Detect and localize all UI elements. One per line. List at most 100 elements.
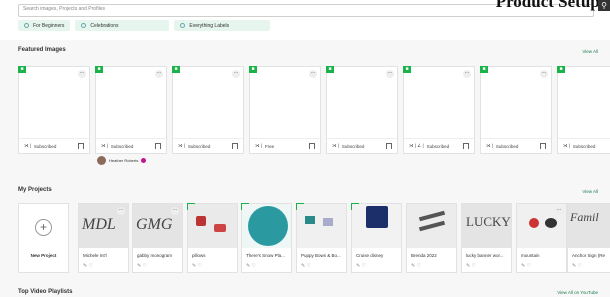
project-card[interactable]: ■ Puppy Bows & Bo... ✎ ♡ xyxy=(296,203,347,273)
project-actions: ✎ ♡ xyxy=(246,263,256,269)
avatar xyxy=(97,156,106,165)
top-bar: Search images, Projects and Profiles For… xyxy=(0,0,610,40)
more-options-icon[interactable]: ··· xyxy=(309,70,317,78)
featured-view-all[interactable]: View All xyxy=(582,49,598,54)
share-icon: ⋊ | xyxy=(101,143,108,148)
edit-icon[interactable]: ✎ xyxy=(356,263,360,269)
featured-card[interactable]: ■ ··· ⋊ | Subscribed xyxy=(326,66,398,154)
category-chips: For Beginners Celebrations Everything La… xyxy=(18,20,271,31)
edit-icon[interactable]: ✎ xyxy=(301,263,305,269)
snow-circle-art xyxy=(248,206,288,246)
more-options-icon[interactable]: ··· xyxy=(232,70,240,78)
project-card[interactable]: GMG ··· gabby monogram ✎ ♡ xyxy=(132,203,183,273)
chip-celebrations[interactable]: Celebrations xyxy=(75,20,170,31)
cruise-emblem-art xyxy=(366,206,388,228)
more-options-icon[interactable]: ··· xyxy=(155,70,163,78)
project-thumbnail: Famil xyxy=(568,204,610,248)
edit-icon[interactable]: ✎ xyxy=(572,263,576,269)
playlists-title: Top Video Playlists xyxy=(18,289,73,295)
project-card[interactable]: ■ Cruise disney ✎ ♡ xyxy=(351,203,402,273)
featured-card[interactable]: ■ ⋊ | Subscribed xyxy=(557,66,610,154)
project-card[interactable]: MDL ··· Michele Int'l ✎ ♡ xyxy=(78,203,129,273)
share-icon: ⋊ | xyxy=(563,143,570,148)
edit-icon[interactable]: ✎ xyxy=(192,263,196,269)
featured-card-footer: ⋊ | Subscribed xyxy=(558,138,610,153)
edit-icon[interactable]: ✎ xyxy=(521,263,525,269)
bookmark-icon[interactable] xyxy=(386,143,392,149)
bookmark-icon[interactable] xyxy=(155,143,161,149)
bookmark-icon[interactable] xyxy=(232,143,238,149)
subscription-badge-icon: ■ xyxy=(403,66,411,73)
featured-card[interactable]: ■ ··· ⋊ | Free xyxy=(249,66,321,154)
bookmark-icon[interactable] xyxy=(540,143,546,149)
featured-card[interactable]: ■ ··· ⋊ | Subscribed xyxy=(95,66,167,154)
heart-icon[interactable]: ♡ xyxy=(362,263,366,269)
bow-art xyxy=(305,216,315,224)
heart-icon[interactable]: ♡ xyxy=(89,263,93,269)
share-icon: ⋊ | xyxy=(24,143,31,148)
project-card[interactable]: ··· mountain ✎ ♡ xyxy=(516,203,567,273)
featured-card[interactable]: ■ ··· ⋊ | Subscribed xyxy=(172,66,244,154)
playlists-view-all[interactable]: View All on YouTube xyxy=(557,290,598,295)
pillow-art xyxy=(214,224,226,232)
heart-icon[interactable]: ♡ xyxy=(143,263,147,269)
more-options-icon[interactable]: ··· xyxy=(555,207,563,215)
subscription-badge-icon: ■ xyxy=(249,66,257,73)
heart-icon[interactable]: ♡ xyxy=(527,263,531,269)
featured-card[interactable]: ■ ··· ⋊ | Subscribed xyxy=(18,66,90,154)
project-card[interactable]: LUCKY lucky banner wor... ✎ ♡ xyxy=(461,203,512,273)
plus-icon: + xyxy=(35,219,52,236)
featured-card[interactable]: ■ ··· ⋊ | Subscribed xyxy=(480,66,552,154)
heart-icon[interactable]: ♡ xyxy=(417,263,421,269)
share-icon: ⋊ | xyxy=(332,143,339,148)
more-options-icon[interactable]: ··· xyxy=(386,70,394,78)
chip-everything-labels[interactable]: Everything Labels xyxy=(174,20,271,31)
heart-icon[interactable]: ♡ xyxy=(472,263,476,269)
project-actions: ✎ ♡ xyxy=(521,263,531,269)
featured-card-footer: ⋊ | Subscribed xyxy=(173,138,243,153)
project-card[interactable]: Brenda 2022 ✎ ♡ xyxy=(406,203,457,273)
heart-icon[interactable]: ♡ xyxy=(578,263,582,269)
project-actions: ✎ ♡ xyxy=(83,263,93,269)
more-options-icon[interactable]: ··· xyxy=(540,70,548,78)
lightbulb-icon xyxy=(81,23,87,28)
chip-for-beginners[interactable]: For Beginners xyxy=(18,20,71,31)
project-thumbnail xyxy=(188,204,237,248)
new-project-button[interactable]: + New Project xyxy=(18,203,69,273)
project-card[interactable]: Famil Anchor Sign (Re ✎ ♡ xyxy=(567,203,610,273)
share-icon: ⋊ | ∠ | xyxy=(409,143,424,148)
project-card[interactable]: ■ pillows ✎ ♡ xyxy=(187,203,238,273)
heart-icon[interactable]: ♡ xyxy=(252,263,256,269)
more-options-icon[interactable]: ··· xyxy=(463,70,471,78)
featured-card[interactable]: ■ ··· ⋊ | ∠ | Subscribed xyxy=(403,66,475,154)
sign-art xyxy=(418,220,446,232)
search-icon[interactable]: ⚲ xyxy=(598,0,610,11)
heart-icon[interactable]: ♡ xyxy=(307,263,311,269)
edit-icon[interactable]: ✎ xyxy=(137,263,141,269)
subscription-badge-icon: ■ xyxy=(172,66,180,73)
edit-icon[interactable]: ✎ xyxy=(246,263,250,269)
bookmark-icon[interactable] xyxy=(309,143,315,149)
project-actions: ✎ ♡ xyxy=(137,263,147,269)
project-thumbnail xyxy=(297,204,346,248)
featured-card-footer: ⋊ | Subscribed xyxy=(481,138,551,153)
heart-icon[interactable]: ♡ xyxy=(198,263,202,269)
search-placeholder: Search images, Projects and Profiles xyxy=(23,6,105,12)
featured-title: Featured Images xyxy=(18,47,66,53)
edit-icon[interactable]: ✎ xyxy=(83,263,87,269)
more-options-icon[interactable]: ··· xyxy=(78,70,86,78)
bookmark-icon[interactable] xyxy=(463,143,469,149)
featured-author[interactable]: Heather Roberts xyxy=(97,156,147,165)
projects-view-all[interactable]: View All xyxy=(582,189,598,194)
bookmark-icon[interactable] xyxy=(78,143,84,149)
more-options-icon[interactable]: ··· xyxy=(117,207,125,215)
project-actions: ✎ ♡ xyxy=(572,263,582,269)
edit-icon[interactable]: ✎ xyxy=(411,263,415,269)
mountain-art xyxy=(545,218,557,228)
more-options-icon[interactable]: ··· xyxy=(171,207,179,215)
mountain-art xyxy=(529,218,539,228)
edit-icon[interactable]: ✎ xyxy=(466,263,470,269)
featured-card-footer: ⋊ | ∠ | Subscribed xyxy=(404,138,474,153)
project-card[interactable]: ■ There's Snow Pla... ✎ ♡ xyxy=(241,203,292,273)
project-thumbnail xyxy=(352,204,401,248)
